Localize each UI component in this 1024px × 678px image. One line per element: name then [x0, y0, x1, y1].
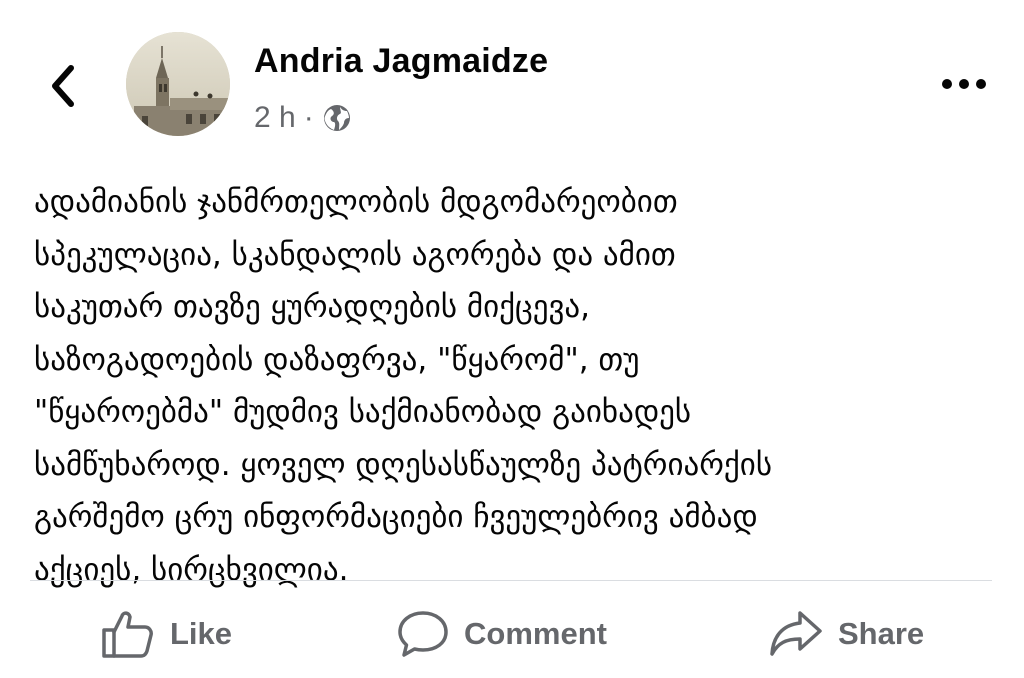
back-button[interactable] — [38, 58, 88, 114]
share-arrow-icon — [770, 611, 822, 656]
avatar-image — [126, 32, 230, 136]
share-label: Share — [838, 616, 925, 651]
divider — [30, 580, 992, 581]
like-button[interactable]: Like — [100, 600, 232, 668]
post-meta: 2 h · — [254, 98, 352, 138]
comment-icon — [398, 611, 448, 657]
comment-button[interactable]: Comment — [396, 600, 607, 668]
more-dots-icon — [942, 79, 986, 89]
more-options-button[interactable] — [934, 66, 994, 102]
thumbs-up-icon — [102, 611, 153, 658]
meta-separator: · — [303, 101, 314, 134]
author-name[interactable]: Andria Jagmaidze — [254, 42, 548, 81]
post-time[interactable]: 2 h — [254, 101, 296, 135]
globe-icon — [323, 105, 350, 131]
back-chevron-icon — [52, 65, 74, 107]
post-text: ადამიანის ჯანმრთელობის მდგომარეობით სპეკ… — [34, 184, 773, 588]
like-label: Like — [170, 616, 233, 651]
comment-label: Comment — [464, 616, 607, 651]
avatar[interactable] — [126, 32, 230, 136]
action-bar: Like Comment Share — [0, 600, 1024, 670]
share-button[interactable]: Share — [768, 600, 924, 668]
